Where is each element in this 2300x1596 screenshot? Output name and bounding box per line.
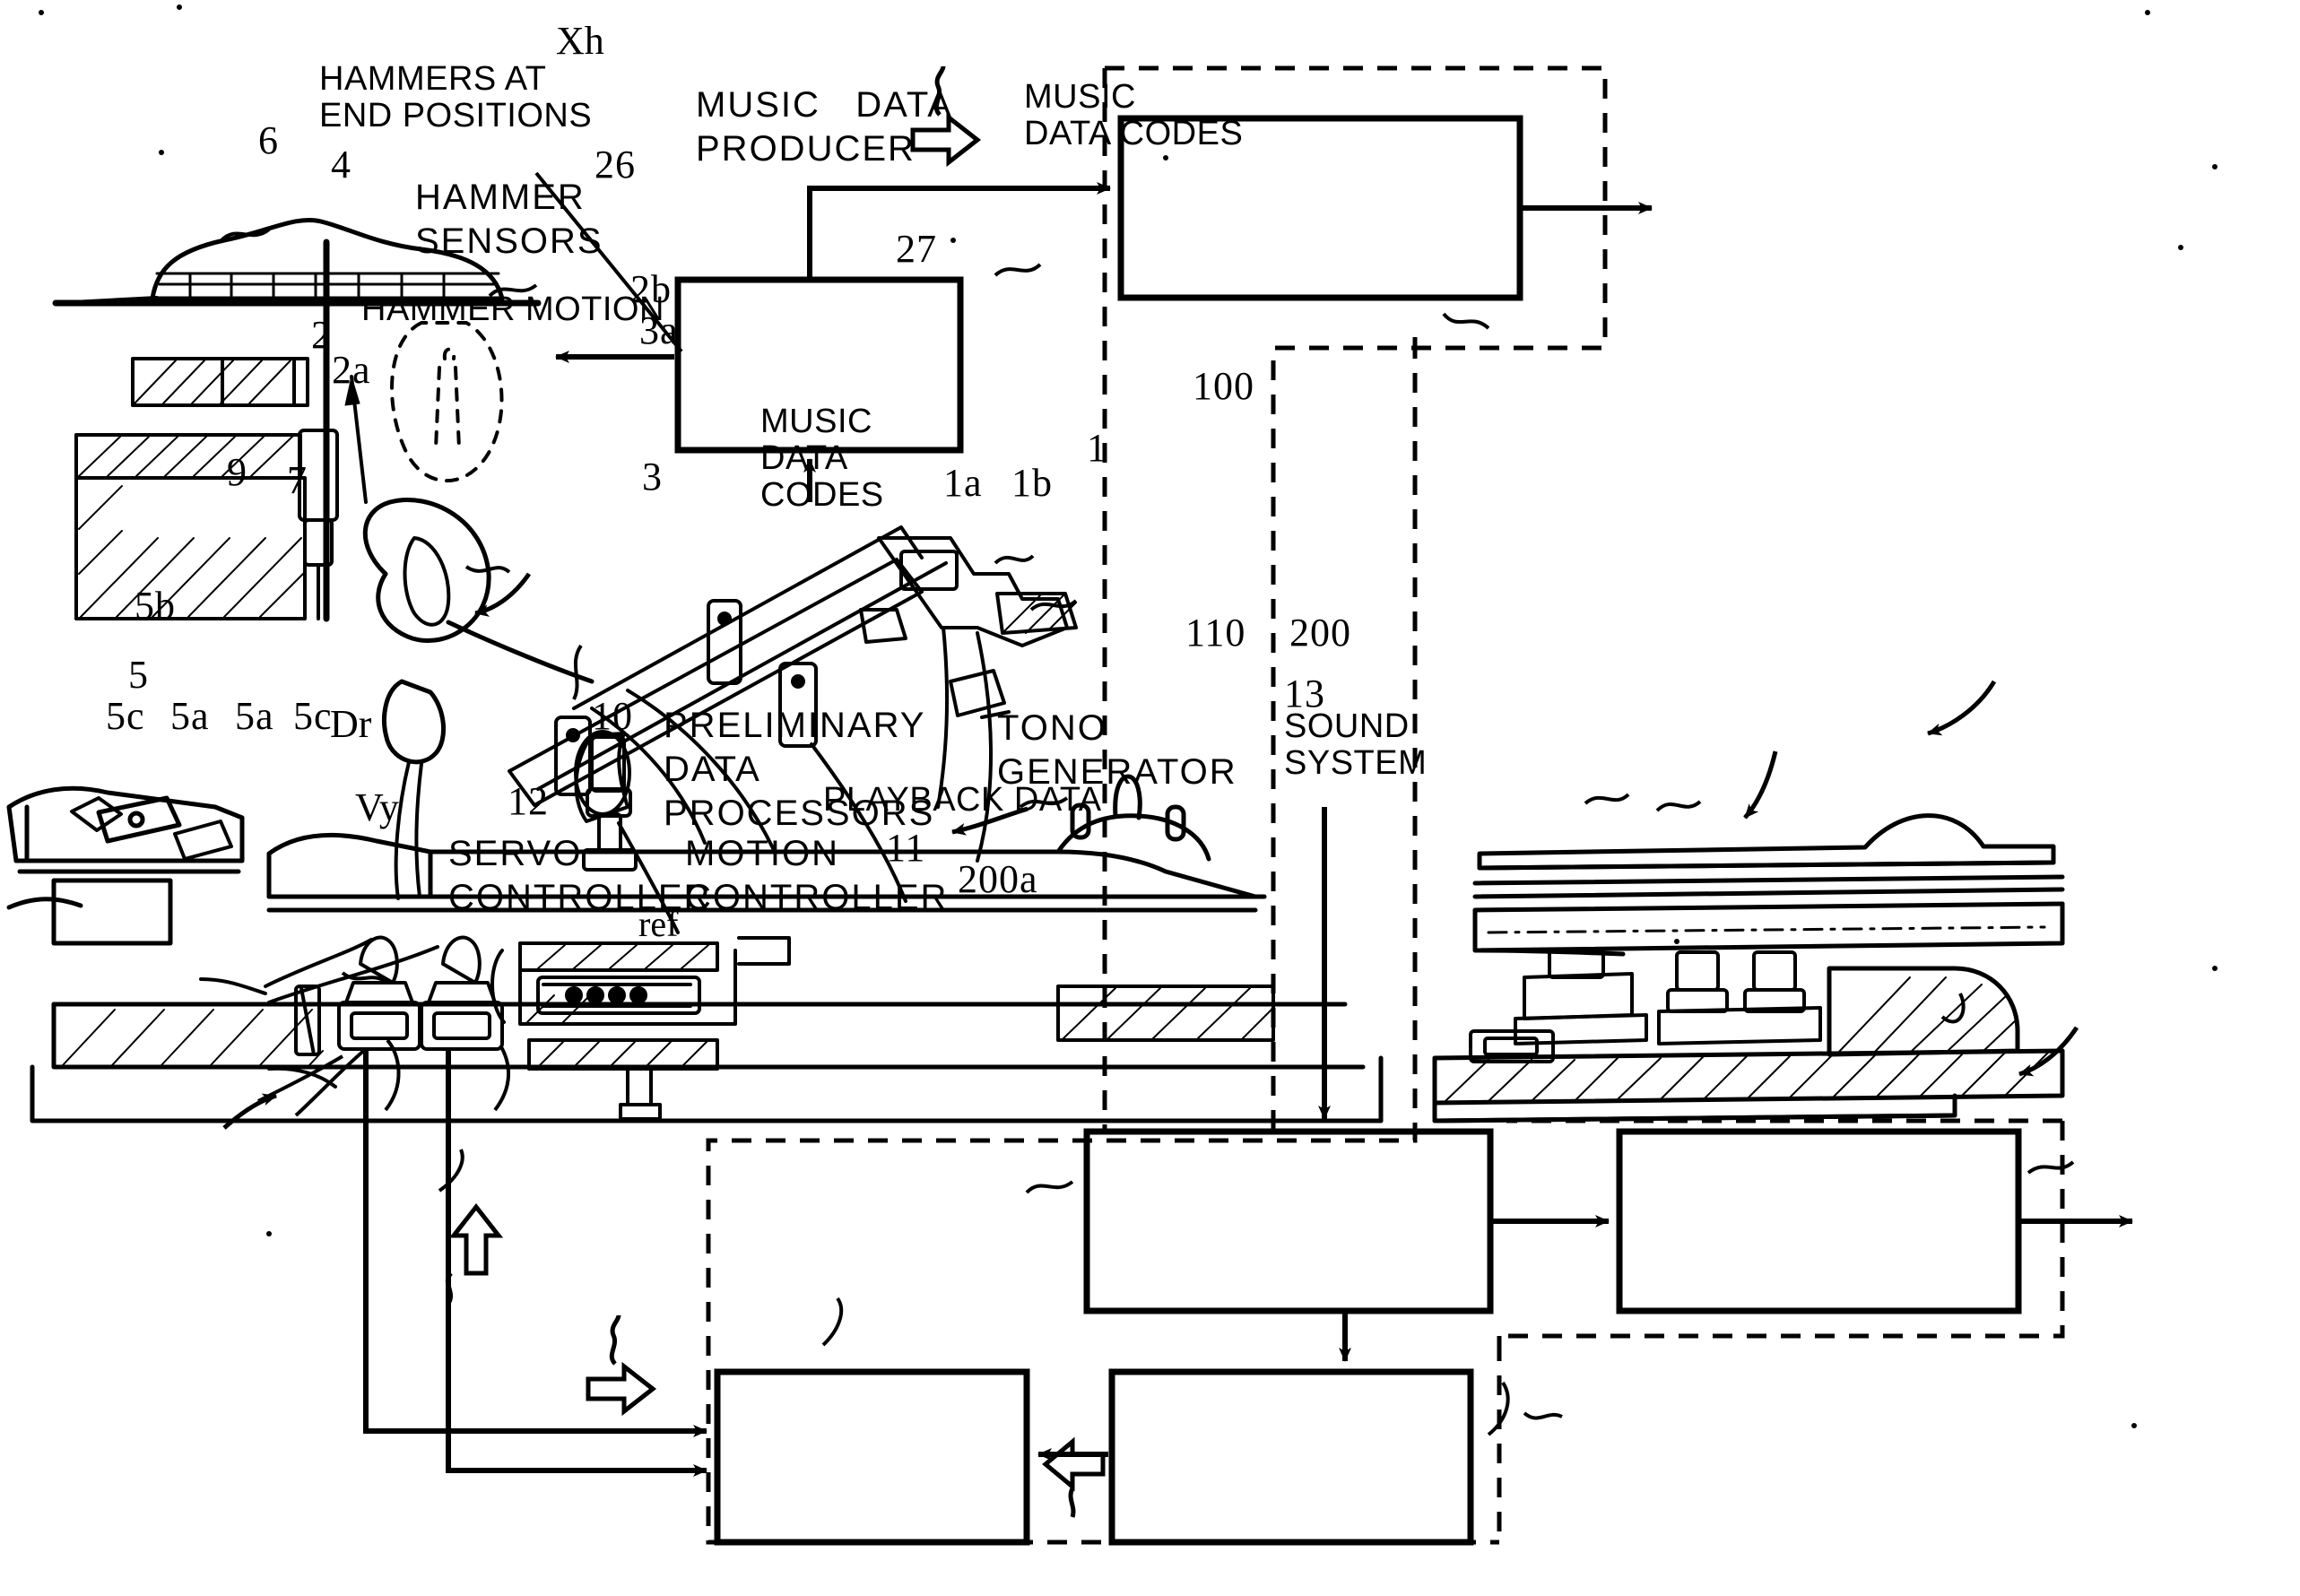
ref-5c-right: 5c — [293, 694, 333, 738]
label-xh: Xh — [556, 19, 604, 63]
ref-3a: 3a — [639, 308, 679, 352]
ref-1b: 1b — [1011, 461, 1053, 505]
ref-5a-right: 5a — [235, 694, 274, 738]
ref-200: 200 — [1289, 611, 1351, 655]
ref-1a: 1a — [943, 461, 983, 505]
block-preliminary-data-processors-label: PRELIMINARY DATA PROCESSORS — [664, 706, 935, 833]
ref-7: 7 — [287, 458, 308, 502]
label-music-data-codes-bus: MUSIC DATA CODES — [760, 403, 884, 515]
ref-100: 100 — [1193, 364, 1254, 408]
ref-4: 4 — [331, 143, 352, 186]
ref-11: 11 — [886, 826, 926, 870]
ref-2: 2 — [311, 313, 332, 357]
ref-26: 26 — [595, 143, 636, 186]
ref-5a-left: 5a — [170, 694, 210, 738]
label-music-data-codes-output: MUSIC DATA CODES — [1024, 78, 1244, 153]
ref-9: 9 — [227, 450, 247, 494]
label-hammers-at-end-positions: HAMMERS AT END POSITIONS — [319, 60, 593, 135]
patent-figure-canvas: HAMMERS AT END POSITIONS HAMMER MOTION X… — [0, 0, 2300, 1596]
label-dr: Dr — [330, 702, 372, 746]
label-sound-system: SOUND SYSTEM — [1284, 707, 1428, 783]
ref-12: 12 — [508, 779, 549, 823]
ref-5c-left: 5c — [106, 694, 145, 738]
ref-2a: 2a — [332, 348, 371, 392]
ref-3: 3 — [642, 455, 663, 499]
ref-6: 6 — [258, 118, 279, 162]
label-hammer-motion: HAMMER MOTION — [361, 291, 664, 328]
ref-2b: 2b — [630, 267, 672, 311]
block-tono-generator-label: TONO GENERATOR — [997, 708, 1237, 792]
ref-110: 110 — [1185, 611, 1246, 655]
block-hammer-sensors-label: HAMMER SENSORS — [415, 178, 603, 261]
block-music-data-producer-label: MUSIC DATA PRODUCER — [696, 85, 953, 169]
block-servo-controller-label: SERVO CONTROLLER — [448, 834, 712, 917]
ref-10: 10 — [592, 694, 633, 738]
ref-1: 1 — [1087, 426, 1107, 470]
ref-5: 5 — [128, 653, 149, 697]
block-diagram-linework — [39, 4, 2218, 1546]
label-vy: Vy — [355, 785, 399, 829]
ref-27: 27 — [896, 227, 937, 271]
ref-5b: 5b — [135, 584, 176, 628]
ref-200a: 200a — [958, 857, 1038, 901]
ref-13: 13 — [1284, 672, 1325, 716]
